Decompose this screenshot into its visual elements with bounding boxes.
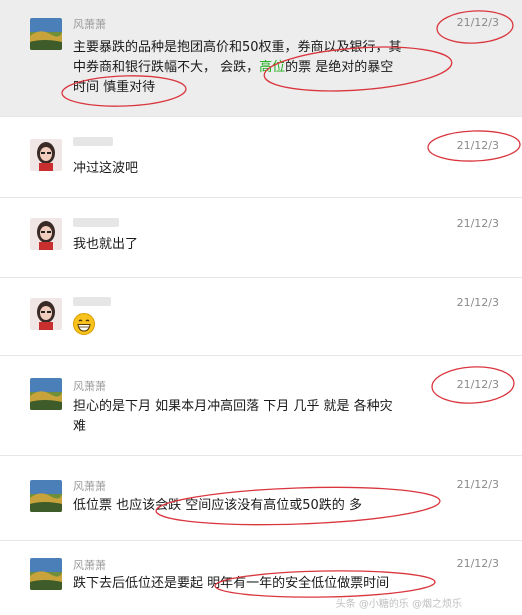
redacted-sender bbox=[73, 218, 119, 227]
avatar[interactable] bbox=[30, 18, 62, 50]
message-time: 21/12/3 bbox=[456, 217, 499, 230]
landscape-avatar-icon bbox=[30, 18, 62, 50]
text-line: 主要暴跌的品种是抱团高价和50权重，券商以及银行，其 bbox=[73, 40, 402, 55]
avatar[interactable] bbox=[30, 298, 62, 330]
message-item[interactable]: 21/12/3 冲过这波吧 bbox=[0, 117, 522, 198]
landscape-avatar-icon bbox=[30, 480, 62, 512]
landscape-avatar-icon bbox=[30, 378, 62, 410]
avatar[interactable] bbox=[30, 378, 62, 410]
message-time: 21/12/3 bbox=[456, 16, 499, 29]
avatar[interactable] bbox=[30, 558, 62, 590]
text-line: 难 bbox=[73, 419, 87, 434]
text-segment: 中券商和银行跌幅不大， 会跌， bbox=[73, 60, 260, 75]
message-text: 跌下去后低位还是要起 明年有一年的安全低位做票时间 bbox=[73, 576, 390, 591]
person-avatar-icon bbox=[30, 139, 62, 171]
message-item[interactable]: 风萧萧 21/12/3 主要暴跌的品种是抱团高价和50权重，券商以及银行，其 中… bbox=[0, 0, 522, 117]
text-line: 中券商和银行跌幅不大， 会跌，高位的票 是绝对的暴空 bbox=[73, 58, 433, 78]
sender-name: 风萧萧 bbox=[73, 18, 106, 31]
message-time: 21/12/3 bbox=[456, 139, 499, 152]
message-text: 我也就出了 bbox=[73, 237, 139, 252]
text-line: 担心的是下月 如果本月冲高回落 下月 几乎 就是 各种灾 bbox=[73, 399, 393, 414]
message-text: 主要暴跌的品种是抱团高价和50权重，券商以及银行，其 中券商和银行跌幅不大， 会… bbox=[73, 38, 433, 98]
message-time: 21/12/3 bbox=[456, 296, 499, 309]
redacted-sender bbox=[73, 297, 111, 306]
avatar[interactable] bbox=[30, 218, 62, 250]
message-item[interactable]: 21/12/3 bbox=[0, 278, 522, 356]
avatar[interactable] bbox=[30, 139, 62, 171]
redacted-sender bbox=[73, 137, 113, 146]
message-time: 21/12/3 bbox=[456, 557, 499, 570]
highlighted-text: 高位 bbox=[259, 60, 286, 75]
sender-name: 风萧萧 bbox=[73, 380, 106, 393]
message-text: 低位票 也应该会跌 空间应该没有高位或50跌的 多 bbox=[73, 498, 362, 513]
watermark: 头条 @小糖的乐 @烟之烦乐 bbox=[335, 599, 462, 610]
message-time: 21/12/3 bbox=[456, 378, 499, 391]
text-segment: 的票 是绝对的暴空 bbox=[285, 60, 394, 75]
text-line: 时间 慎重对待 bbox=[73, 80, 156, 95]
grinning-face-icon bbox=[73, 313, 95, 335]
avatar[interactable] bbox=[30, 480, 62, 512]
message-item[interactable]: 风萧萧 21/12/3 低位票 也应该会跌 空间应该没有高位或50跌的 多 bbox=[0, 456, 522, 541]
sender-name: 风萧萧 bbox=[73, 480, 106, 493]
person-avatar-icon bbox=[30, 218, 62, 250]
message-text: 冲过这波吧 bbox=[73, 161, 139, 176]
message-item[interactable]: 风萧萧 21/12/3 担心的是下月 如果本月冲高回落 下月 几乎 就是 各种灾… bbox=[0, 356, 522, 456]
sender-name: 风萧萧 bbox=[73, 559, 106, 572]
message-item[interactable]: 21/12/3 我也就出了 bbox=[0, 198, 522, 278]
landscape-avatar-icon bbox=[30, 558, 62, 590]
person-avatar-icon bbox=[30, 298, 62, 330]
message-text: 担心的是下月 如果本月冲高回落 下月 几乎 就是 各种灾 难 bbox=[73, 397, 443, 437]
message-time: 21/12/3 bbox=[456, 478, 499, 491]
